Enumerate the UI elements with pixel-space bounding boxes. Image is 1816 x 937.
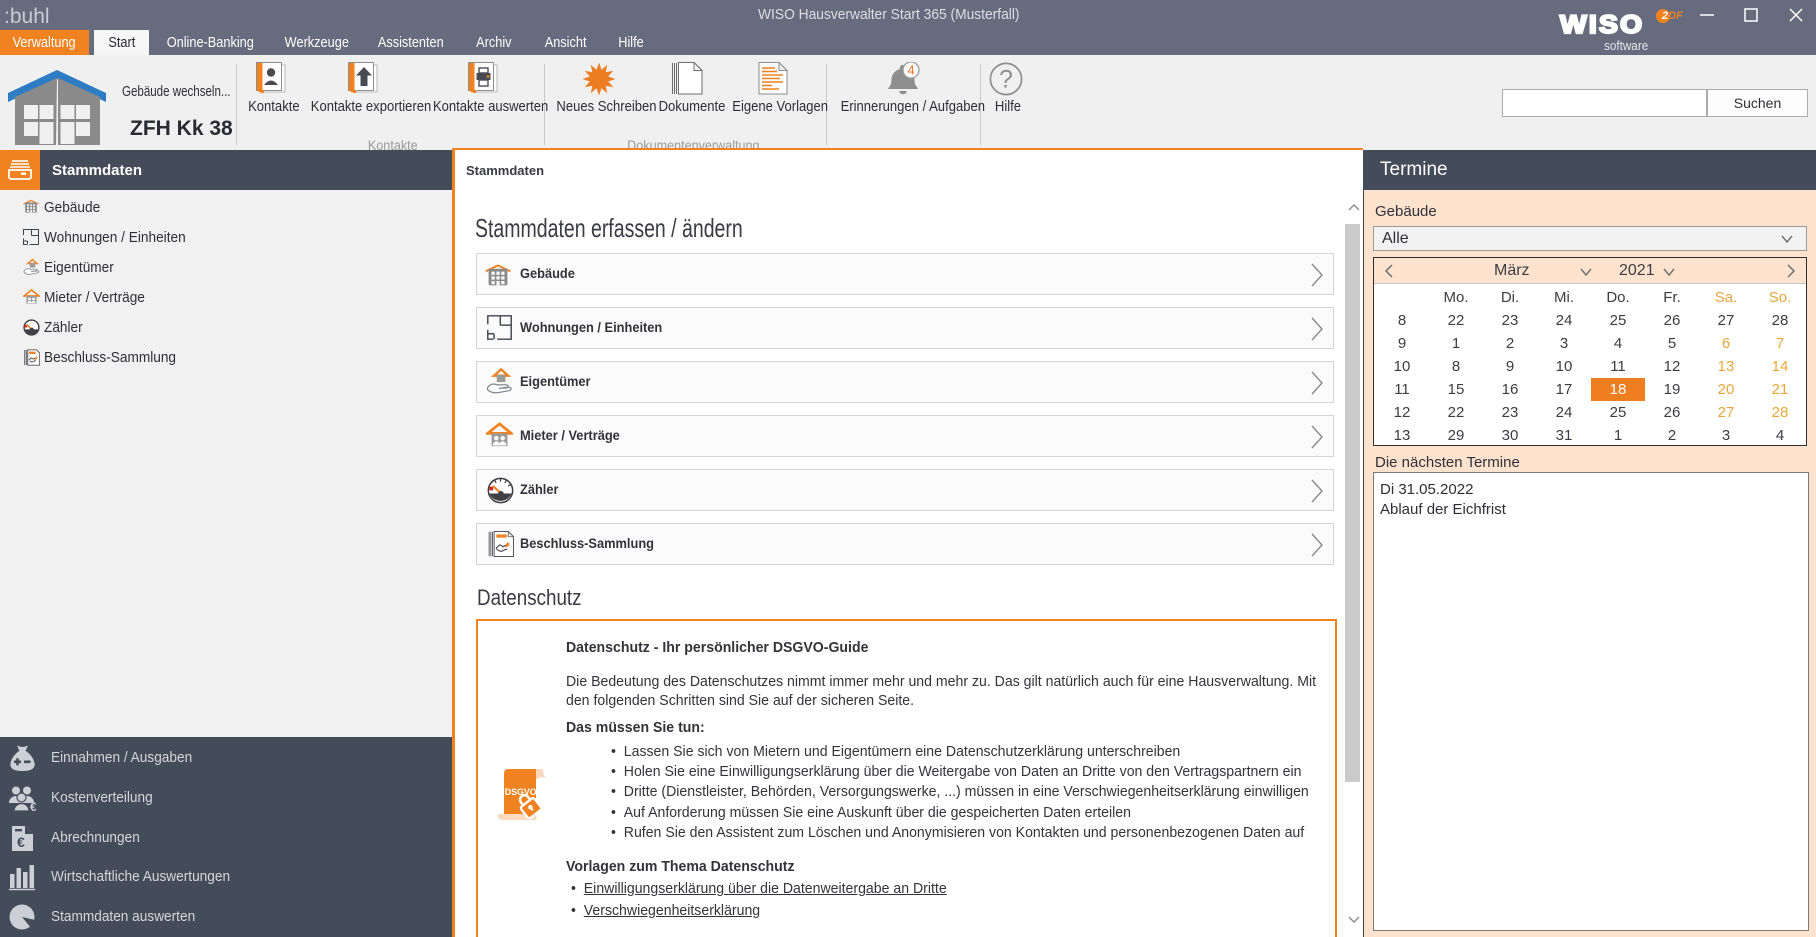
svg-text:?: ? bbox=[999, 66, 1013, 94]
svg-text:€: € bbox=[30, 800, 36, 812]
svg-text:€: € bbox=[17, 834, 25, 850]
svg-text:4: 4 bbox=[907, 63, 914, 78]
